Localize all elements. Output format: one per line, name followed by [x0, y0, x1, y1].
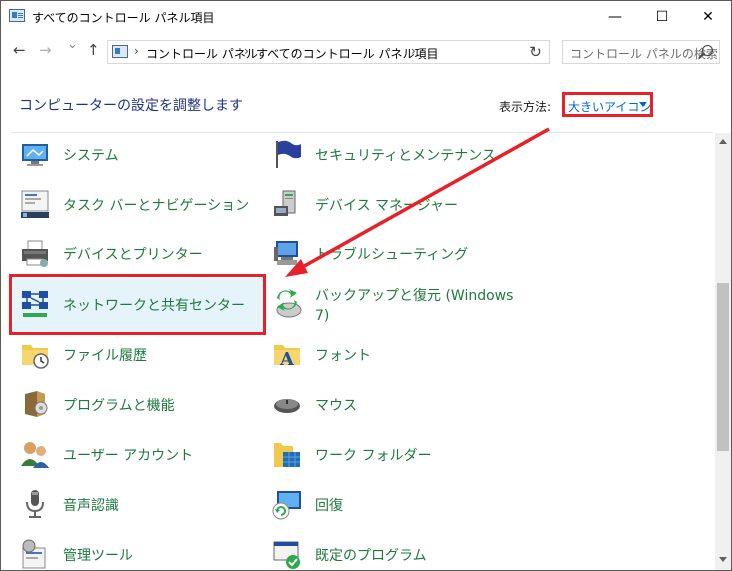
item-label[interactable]: ユーザー アカウント	[63, 446, 193, 466]
item-mouse[interactable]: マウス	[271, 384, 511, 424]
item-taskbar-navigation[interactable]: タスク バーとナビゲーション	[19, 184, 259, 224]
item-user-accounts[interactable]: ユーザー アカウント	[19, 434, 259, 474]
programs-icon	[25, 391, 48, 417]
device-manager-icon	[274, 190, 296, 216]
back-arrow-icon[interactable]: ←	[13, 41, 26, 59]
item-fonts[interactable]: A フォント	[271, 334, 511, 374]
work-folder-icon	[274, 443, 300, 467]
svg-text:A: A	[279, 349, 295, 370]
close-button[interactable]: ✕	[685, 1, 731, 32]
maximize-button[interactable]: ☐	[639, 1, 685, 32]
file-history-icon	[22, 345, 49, 369]
divider	[11, 132, 713, 133]
item-label[interactable]: トラブルシューティング	[315, 245, 468, 265]
item-work-folders[interactable]: ワーク フォルダー	[271, 434, 511, 474]
mouse-icon	[274, 399, 300, 413]
control-panel-app-icon	[9, 9, 25, 22]
breadcrumb-separator-icon[interactable]: ›	[244, 44, 249, 58]
item-security-maintenance[interactable]: セキュリティとメンテナンス	[271, 134, 511, 174]
title-bar: すべてのコントロール パネル項目 — ☐ ✕	[1, 1, 731, 32]
troubleshoot-icon	[274, 241, 298, 265]
item-label[interactable]: デバイス マネージャー	[315, 196, 458, 216]
item-devices-printers[interactable]: デバイスとプリンター	[19, 233, 259, 273]
breadcrumb-separator-icon[interactable]: ›	[134, 44, 139, 58]
default-programs-icon	[273, 541, 300, 569]
item-label[interactable]: バックアップと復元 (Windows 7)	[315, 286, 515, 326]
annotation-highlight-network-item	[9, 274, 266, 335]
item-device-manager[interactable]: デバイス マネージャー	[271, 184, 511, 224]
taskbar-icon	[21, 190, 49, 218]
page-title: コンピューターの設定を調整します	[19, 98, 243, 114]
breadcrumb-control-panel[interactable]: コントロール パネル	[146, 45, 258, 62]
item-default-programs[interactable]: 既定のプログラム	[271, 534, 511, 570]
view-by-label: 表示方法:	[499, 100, 552, 114]
annotation-highlight-view-dropdown	[562, 92, 653, 117]
font-folder-icon: A	[274, 345, 300, 370]
item-label[interactable]: 音声認識	[63, 496, 119, 516]
item-system[interactable]: システム	[19, 134, 259, 174]
control-panel-address-icon	[112, 45, 128, 58]
address-bar[interactable]: › コントロール パネル › すべてのコントロール パネル項目 ›	[107, 40, 550, 64]
vertical-scrollbar[interactable]	[715, 133, 731, 570]
item-label[interactable]: マウス	[315, 396, 357, 416]
item-label[interactable]: 既定のプログラム	[315, 546, 427, 566]
recent-locations-chevron-icon[interactable]: ⌄	[67, 37, 78, 52]
item-speech-recognition[interactable]: 音声認識	[19, 484, 259, 524]
item-label[interactable]: 管理ツール	[63, 546, 133, 566]
admin-tools-icon	[22, 539, 46, 569]
minimize-button[interactable]: —	[592, 1, 638, 32]
item-label[interactable]: 回復	[315, 496, 343, 516]
breadcrumb-separator-icon[interactable]: ›	[411, 44, 416, 58]
search-box[interactable]: コントロール パネルの検索	[562, 40, 720, 64]
item-backup-restore[interactable]: バックアップと復元 (Windows 7)	[271, 284, 513, 324]
scrollbar-thumb[interactable]	[717, 283, 729, 451]
system-monitor-icon	[22, 144, 48, 166]
users-icon	[21, 442, 49, 468]
up-arrow-icon[interactable]: ↑	[87, 41, 100, 59]
search-icon[interactable]	[702, 45, 713, 56]
refresh-button[interactable]: ↻	[522, 40, 550, 64]
control-panel-window: すべてのコントロール パネル項目 — ☐ ✕ ← → ⌄ ↑ › コントロール …	[0, 0, 732, 571]
scroll-up-arrow-icon[interactable]	[719, 139, 727, 144]
search-placeholder[interactable]: コントロール パネルの検索	[570, 45, 718, 62]
item-label[interactable]: システム	[63, 146, 119, 166]
item-label[interactable]: プログラムと機能	[63, 396, 175, 416]
item-label[interactable]: デバイスとプリンター	[63, 245, 203, 265]
item-label[interactable]: フォント	[315, 346, 371, 366]
navigation-bar: ← → ⌄ ↑ › コントロール パネル › すべてのコントロール パネル項目 …	[1, 32, 731, 72]
window-title: すべてのコントロール パネル項目	[32, 11, 215, 25]
forward-arrow-icon[interactable]: →	[39, 41, 52, 59]
item-label[interactable]: セキュリティとメンテナンス	[315, 146, 496, 166]
item-file-history[interactable]: ファイル履歴	[19, 334, 259, 374]
item-label[interactable]: ファイル履歴	[63, 346, 147, 366]
item-label[interactable]: タスク バーとナビゲーション	[63, 196, 249, 216]
recovery-icon	[272, 491, 301, 520]
microphone-icon	[26, 490, 44, 518]
item-programs-features[interactable]: プログラムと機能	[19, 384, 259, 424]
item-troubleshooting[interactable]: トラブルシューティング	[271, 233, 511, 273]
item-label[interactable]: ワーク フォルダー	[315, 446, 431, 466]
scroll-down-arrow-icon[interactable]	[719, 557, 727, 562]
printer-icon	[22, 240, 48, 267]
backup-icon	[276, 289, 302, 318]
item-recovery[interactable]: 回復	[271, 484, 511, 524]
item-administrative-tools[interactable]: 管理ツール	[19, 534, 259, 570]
security-flag-icon	[276, 140, 301, 168]
